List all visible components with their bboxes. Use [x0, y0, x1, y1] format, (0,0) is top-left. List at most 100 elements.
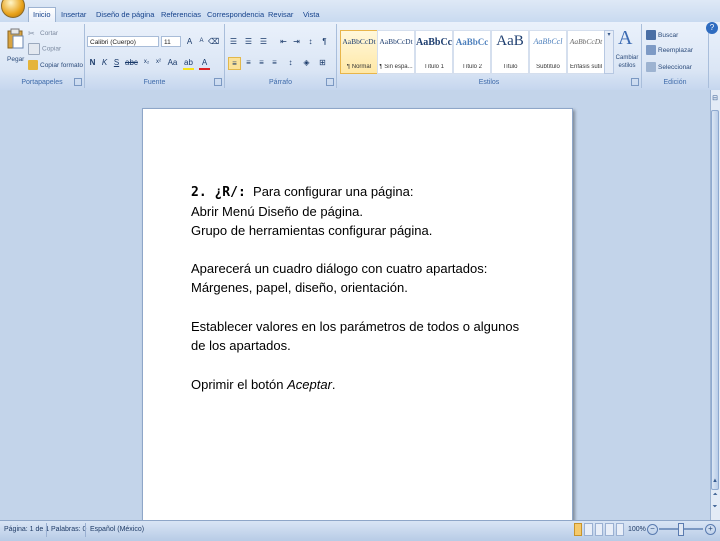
clipboard-group: Pegar ✂ Cortar Copiar Copiar formato Port…: [0, 24, 85, 88]
paragraph-group: ☰ ☰ ☰ ⇤ ⇥ ↕ ¶ ≡ ≡ ≡ ≡ ↕ ◈ ⊞ Párrafo: [225, 24, 337, 88]
cut-label: Cortar: [40, 30, 59, 37]
style-preview: AaB: [496, 33, 524, 49]
tab-mailings[interactable]: Correspondencia: [203, 8, 268, 22]
font-color-button[interactable]: A: [199, 57, 210, 70]
align-center-icon[interactable]: ≡: [243, 57, 254, 68]
change-styles-button[interactable]: Cambiar estilos: [613, 54, 641, 69]
shrink-font-button[interactable]: A: [196, 36, 207, 47]
superscript-button[interactable]: x²: [153, 57, 164, 68]
doc-line-3: Grupo de herramientas configurar página.: [191, 223, 433, 238]
zoom-level[interactable]: 100%: [628, 524, 646, 536]
status-page-count[interactable]: Página: 1 de 1: [4, 524, 49, 536]
increase-indent-icon[interactable]: ⇥: [291, 36, 302, 47]
highlight-button[interactable]: ab: [183, 57, 194, 70]
zoom-slider-thumb[interactable]: [678, 523, 684, 536]
show-marks-icon[interactable]: ¶: [319, 36, 330, 47]
strikethrough-button[interactable]: abc: [125, 57, 138, 68]
outline-view-icon[interactable]: [605, 523, 614, 536]
sort-icon[interactable]: ↕: [305, 36, 316, 47]
paragraph-1: 2. ¿R/: Para configurar una página: Abri…: [191, 182, 523, 240]
style-name: Énfasis sutil: [569, 64, 602, 70]
para4-prefix: Oprimir el botón: [191, 377, 288, 392]
cut-button[interactable]: ✂ Cortar: [28, 28, 58, 39]
paragraph-4: Oprimir el botón Aceptar.: [191, 375, 523, 394]
tab-page-layout[interactable]: Diseño de página: [92, 8, 158, 22]
find-label: Buscar: [658, 32, 679, 39]
font-size-combobox[interactable]: 11: [161, 36, 181, 47]
next-page-icon[interactable]: ⏷: [711, 504, 719, 514]
style-name: Subtítulo: [536, 64, 560, 70]
underline-button[interactable]: S: [111, 57, 122, 68]
format-painter-label: Copiar formato: [40, 62, 83, 69]
help-icon[interactable]: ?: [706, 22, 718, 34]
copy-button[interactable]: Copiar: [28, 43, 62, 55]
style-title[interactable]: AaB Título: [491, 30, 529, 74]
line-spacing-icon[interactable]: ↕: [285, 57, 296, 68]
italic-button[interactable]: K: [99, 57, 110, 68]
print-layout-view-icon[interactable]: [574, 523, 583, 536]
scroll-up-icon[interactable]: ▲: [711, 478, 719, 488]
tab-insert[interactable]: Insertar: [57, 8, 90, 22]
shading-icon[interactable]: ◈: [301, 57, 312, 68]
font-name-combobox[interactable]: Calibri (Cuerpo): [87, 36, 159, 47]
styles-scroll[interactable]: ▾: [604, 30, 614, 74]
font-group-label: Fuente: [143, 79, 166, 86]
paste-button[interactable]: Pegar: [7, 54, 24, 65]
subscript-button[interactable]: x₂: [141, 57, 152, 68]
style-name: Título: [502, 64, 518, 70]
bullets-icon[interactable]: ☰: [228, 36, 239, 47]
web-layout-view-icon[interactable]: [594, 523, 604, 536]
status-language[interactable]: Español (México): [90, 524, 144, 536]
style-subtitle[interactable]: AaBbCcl Subtítulo: [529, 30, 567, 74]
styles-dialog-launcher[interactable]: [631, 78, 639, 86]
full-screen-view-icon[interactable]: [584, 523, 593, 536]
status-separator: [85, 523, 86, 537]
cursor-icon: [646, 62, 656, 73]
tab-view[interactable]: Vista: [299, 8, 324, 22]
justify-icon[interactable]: ≡: [269, 57, 280, 68]
doc-line-2: Abrir Menú Diseño de página.: [191, 204, 363, 219]
ruler-toggle-icon[interactable]: ⊟: [711, 94, 719, 106]
document-page[interactable]: 2. ¿R/: Para configurar una página: Abri…: [142, 108, 573, 530]
paragraph-dialog-launcher[interactable]: [326, 78, 334, 86]
format-painter-icon: [28, 60, 38, 71]
align-right-icon[interactable]: ≡: [256, 57, 267, 68]
grow-font-button[interactable]: A: [184, 36, 195, 47]
style-no-spacing[interactable]: AaBbCcDt ¶ Sin espa...: [377, 30, 415, 74]
draft-view-icon[interactable]: [615, 523, 625, 536]
decrease-indent-icon[interactable]: ⇤: [278, 36, 289, 47]
status-word-count[interactable]: Palabras: 0: [51, 524, 86, 536]
bold-button[interactable]: N: [87, 57, 98, 68]
borders-icon[interactable]: ⊞: [317, 57, 328, 68]
clear-format-icon[interactable]: ⌫: [208, 36, 219, 47]
style-heading-1[interactable]: AaBbCc Título 1: [415, 30, 453, 74]
style-name: Título 1: [423, 64, 444, 70]
zoom-in-icon[interactable]: +: [705, 524, 716, 535]
numbering-icon[interactable]: ☰: [243, 36, 254, 47]
find-button[interactable]: Buscar: [646, 30, 678, 41]
style-subtle-emphasis[interactable]: AaBbCcDt Énfasis sutil: [567, 30, 605, 74]
tab-review[interactable]: Revisar: [264, 8, 297, 22]
multilevel-list-icon[interactable]: ☰: [258, 36, 269, 47]
style-heading-2[interactable]: AaBbCc Título 2: [453, 30, 491, 74]
prev-page-icon[interactable]: ⏶: [711, 492, 719, 502]
tab-home[interactable]: Inicio: [28, 7, 56, 23]
style-preview: AaBbCcDt: [342, 37, 376, 46]
style-preview: AaBbCcDt: [569, 37, 603, 46]
style-name: Título 2: [461, 64, 482, 70]
tab-references[interactable]: Referencias: [157, 8, 205, 22]
align-left-icon[interactable]: ≡: [228, 57, 241, 70]
replace-label: Reemplazar: [658, 47, 694, 54]
clipboard-dialog-launcher[interactable]: [74, 78, 82, 86]
select-button[interactable]: Seleccionar: [646, 62, 692, 73]
format-painter-button[interactable]: Copiar formato: [28, 60, 83, 71]
replace-button[interactable]: Reemplazar: [646, 45, 693, 56]
change-case-button[interactable]: Aa: [167, 57, 178, 68]
paragraph-3: Establecer valores en los parámetros de …: [191, 319, 520, 353]
style-normal[interactable]: AaBbCcDt ¶ Normal: [340, 30, 378, 74]
paste-icon: [6, 28, 24, 50]
font-dialog-launcher[interactable]: [214, 78, 222, 86]
zoom-out-icon[interactable]: −: [647, 524, 658, 535]
scrollbar-thumb[interactable]: [711, 110, 719, 490]
copy-label: Copiar: [42, 45, 62, 53]
